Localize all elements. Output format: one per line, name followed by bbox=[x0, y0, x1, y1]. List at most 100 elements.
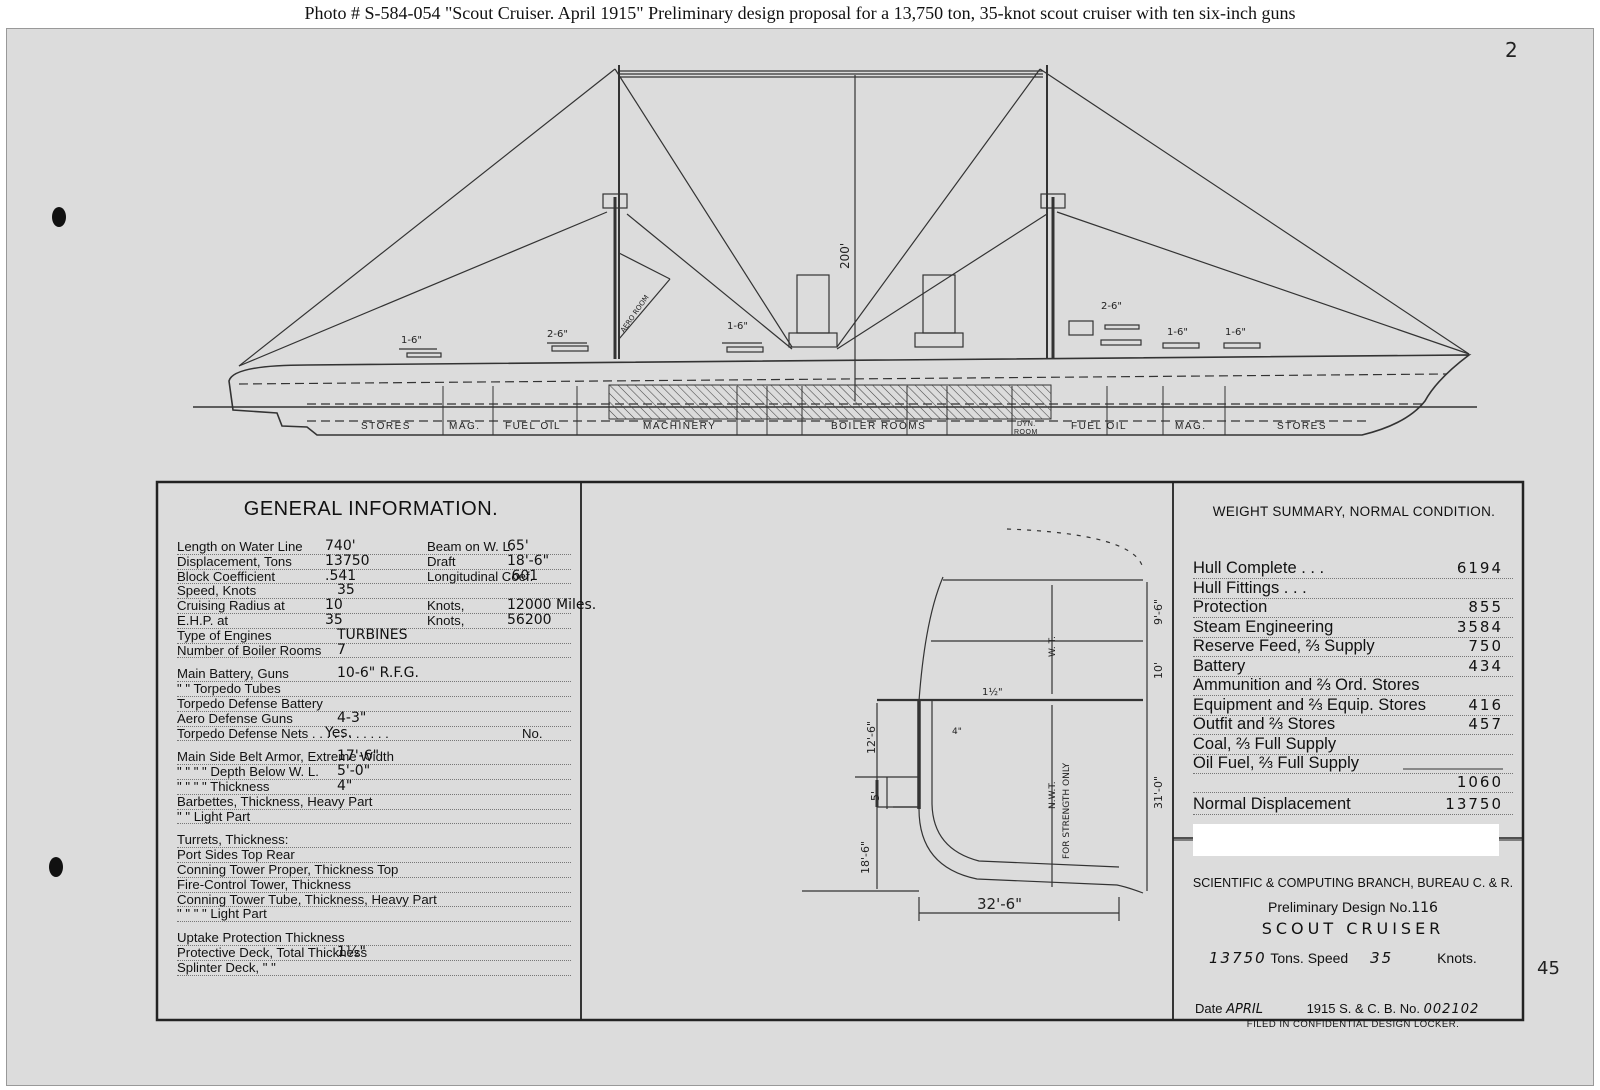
general-info-label: Cruising Radius at bbox=[177, 598, 285, 614]
general-info-label: Fire-Control Tower, Thickness bbox=[177, 876, 351, 892]
weight-label: Coal, ⅔ Full Supply bbox=[1193, 734, 1337, 753]
general-info-row: " " " " Thickness 4" bbox=[177, 777, 571, 795]
general-info-value: 18'-6" bbox=[507, 552, 550, 569]
general-info-value: 4-3" bbox=[337, 709, 367, 726]
machinery-space-hatch bbox=[608, 384, 1052, 420]
general-info-label: Displacement, Tons bbox=[177, 553, 292, 569]
date-line: Date APRIL 1915 S. & C. B. No. 002102 bbox=[1195, 1001, 1480, 1017]
compartment-label: MAG. bbox=[449, 421, 481, 432]
weight-value: 3584 bbox=[1456, 617, 1503, 636]
midship-section bbox=[802, 528, 1148, 921]
dim-label: 10' bbox=[1152, 662, 1165, 679]
general-info-value: 13750 bbox=[325, 552, 370, 569]
dim-label: 18'-6" bbox=[859, 841, 872, 874]
plan-sheet: 1-6" 2-6" 1-6" 2-6" 1-6" 1-6" 200' AERO … bbox=[6, 28, 1594, 1086]
weight-row: Ammunition and ⅔ Ord. Stores bbox=[1193, 676, 1513, 696]
general-info-label: Beam on W. L. bbox=[427, 539, 514, 554]
weight-value: 416 bbox=[1468, 695, 1503, 714]
general-info-row: Conning Tower Proper, Thickness Top bbox=[177, 863, 571, 878]
general-info-row: Block Coefficient .541 Longitudinal Coef..… bbox=[177, 567, 571, 585]
weight-label: Protection bbox=[1193, 598, 1268, 616]
weight-row: Coal, ⅔ Full Supply bbox=[1193, 735, 1513, 755]
weight-row: Equipment and ⅔ Equip. Stores 416 bbox=[1193, 696, 1513, 716]
wt-label: W. T. bbox=[1048, 636, 1058, 657]
punch-hole bbox=[49, 857, 63, 877]
general-info-label: Turrets, Thickness: bbox=[177, 832, 289, 848]
general-info-row: Type of Engines TURBINES bbox=[177, 627, 571, 644]
general-information-rows: Length on Water Line 740' Beam on W. L. 65'… bbox=[177, 538, 596, 976]
general-info-label: Block Coefficient bbox=[177, 568, 275, 584]
dim-label: 12'-6" bbox=[865, 721, 878, 754]
redaction-box bbox=[1193, 824, 1499, 856]
margin-mark: 45 bbox=[1537, 958, 1560, 979]
general-information-panel: GENERAL INFORMATION. Length on Water Lin… bbox=[161, 486, 596, 1018]
general-info-label: Type of Engines bbox=[177, 627, 272, 643]
general-info-row: Main Battery, Guns 10-6" R.F.G. bbox=[177, 665, 571, 683]
general-info-value: 10-6" R.F.G. bbox=[337, 665, 419, 682]
general-info-label: " " " " Depth Below W. L. bbox=[177, 764, 319, 780]
general-info-label: " " Light Part bbox=[177, 808, 251, 824]
general-info-value: Yes. bbox=[325, 724, 353, 741]
weight-label: Hull Fittings . . . bbox=[1193, 578, 1307, 597]
general-info-label: Speed, Knots bbox=[177, 583, 257, 599]
general-info-label: Main Battery, Guns bbox=[177, 666, 289, 682]
weight-label: Equipment and ⅔ Equip. Stores bbox=[1193, 695, 1426, 714]
general-info-value: 4" bbox=[337, 777, 353, 794]
weight-value: 6194 bbox=[1456, 559, 1503, 577]
general-info-label: Torpedo Defense Nets . . . . . . . . . .… bbox=[177, 725, 389, 741]
general-info-row: Main Side Belt Armor, Extreme Width 17'-6… bbox=[177, 749, 571, 766]
weight-label: Oil Fuel, ⅔ Full Supply bbox=[1193, 754, 1359, 772]
general-info-row: " " " " Depth Below W. L. 5'-0" bbox=[177, 763, 571, 780]
general-info-value: 12000 Miles. bbox=[507, 597, 597, 614]
general-info-label: Barbettes, Thickness, Heavy Part bbox=[177, 793, 373, 809]
branch-label: SCIENTIFIC & COMPUTING BRANCH, BUREAU C.… bbox=[1192, 876, 1514, 890]
weight-row-normal-displacement: Normal Displacement 13750 bbox=[1193, 795, 1513, 815]
gun-label: 1-6" bbox=[727, 321, 748, 332]
compartment-label: STORES bbox=[1277, 421, 1327, 432]
general-info-row: Splinter Deck, " " bbox=[177, 960, 571, 976]
weight-label: Outfit and ⅔ Stores bbox=[1193, 715, 1336, 733]
weight-row: Protection 855 bbox=[1193, 598, 1513, 618]
general-info-row: " " " " Light Part bbox=[177, 907, 571, 923]
weight-row: Outfit and ⅔ Stores 457 bbox=[1193, 715, 1513, 735]
general-info-value: 56200 bbox=[507, 611, 552, 628]
margin-mark: 2 bbox=[1505, 38, 1518, 62]
weight-row: Steam Engineering 3584 bbox=[1193, 618, 1513, 638]
compartment-label: ROOM bbox=[1014, 429, 1038, 436]
design-number: Preliminary Design No.116 bbox=[1268, 899, 1438, 916]
weight-summary-title: WEIGHT SUMMARY, NORMAL CONDITION. bbox=[1212, 504, 1496, 519]
compartment-label: MAG. bbox=[1175, 421, 1207, 432]
compartment-label: MACHINERY bbox=[643, 421, 716, 432]
gun-label: 1-6" bbox=[1225, 327, 1246, 338]
general-info-row: Uptake Protection Thickness bbox=[177, 931, 571, 946]
dim-label: 31'-0" bbox=[1152, 776, 1165, 809]
general-info-value: 5'-0" bbox=[337, 763, 371, 780]
weight-label: Steam Engineering bbox=[1193, 617, 1334, 636]
gun-label: 1-6" bbox=[401, 335, 422, 346]
general-info-value: 35 bbox=[337, 582, 355, 599]
general-info-label: Aero Defense Guns bbox=[177, 710, 293, 726]
general-info-row: " " Light Part bbox=[177, 808, 571, 825]
general-info-value: 65' bbox=[507, 538, 529, 554]
general-info-value: .601 bbox=[507, 567, 539, 584]
weight-label: Battery bbox=[1193, 656, 1246, 675]
weight-row: Hull Fittings . . . bbox=[1193, 579, 1513, 599]
weight-row: Hull Complete . . . 6194 bbox=[1193, 559, 1513, 579]
general-info-row: Protective Deck, Total Thickness 1½" bbox=[177, 945, 571, 961]
general-info-label: Number of Boiler Rooms bbox=[177, 642, 322, 658]
general-info-row: Number of Boiler Rooms 7 bbox=[177, 642, 571, 659]
general-info-row: Port Sides Top Rear bbox=[177, 848, 571, 863]
gun-label: 2-6" bbox=[547, 329, 568, 340]
general-info-row: Conning Tower Tube, Thickness, Heavy Par… bbox=[177, 892, 571, 908]
compartment-label: FUEL OIL bbox=[1071, 421, 1127, 432]
beam-dim-label: 32'-6" bbox=[977, 895, 1022, 913]
general-info-row: Fire-Control Tower, Thickness bbox=[177, 876, 571, 893]
general-info-row: Turrets, Thickness: bbox=[177, 832, 571, 849]
belt-thickness-label: 4" bbox=[952, 727, 962, 737]
dim-label: 5' bbox=[869, 791, 882, 801]
filed-note: FILED IN CONFIDENTIAL DESIGN LOCKER. bbox=[1246, 1019, 1460, 1030]
dim-label: 9'-6" bbox=[1152, 599, 1165, 625]
general-info-label: Uptake Protection Thickness bbox=[177, 930, 345, 946]
weight-row: Reserve Feed, ⅔ Supply 750 bbox=[1193, 637, 1513, 657]
compartment-label: FUEL OIL bbox=[505, 421, 561, 432]
